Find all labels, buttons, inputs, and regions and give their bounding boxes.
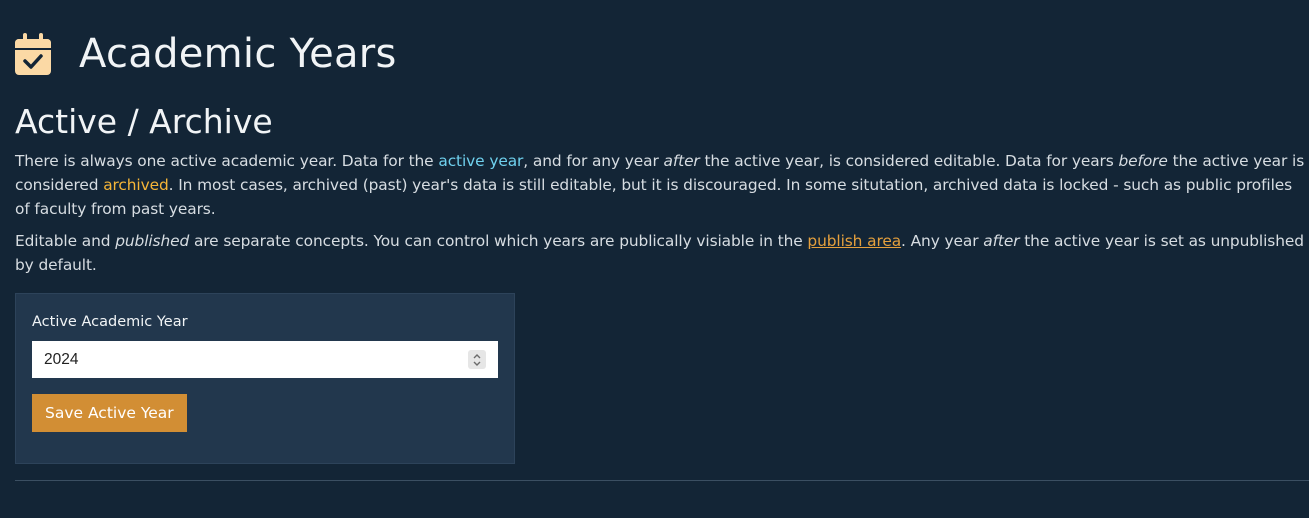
published-term: published <box>115 232 190 250</box>
page-header: Academic Years <box>15 30 397 78</box>
published-description: Editable and published are separate conc… <box>15 229 1305 277</box>
after-term-2: after <box>983 232 1020 250</box>
save-active-year-button[interactable]: Save Active Year <box>32 394 187 432</box>
para2-text-1: Editable and <box>15 232 116 250</box>
section-divider <box>15 480 1309 481</box>
calendar-check-icon <box>15 33 51 75</box>
para1-text-1: There is always one active academic year… <box>15 152 439 170</box>
archived-term: archived <box>103 176 169 194</box>
page-title: Academic Years <box>79 31 397 77</box>
active-year-input[interactable] <box>32 341 462 378</box>
page: Academic Years Active / Archive There is… <box>0 0 1309 518</box>
publish-area-link[interactable]: publish area <box>807 232 901 250</box>
para2-text-2: are separate concepts. You can control w… <box>189 232 808 250</box>
active-year-form-card: Active Academic Year Save Active Year <box>15 293 515 464</box>
active-year-label: Active Academic Year <box>32 314 188 330</box>
para2-text-3: . Any year <box>901 232 984 250</box>
chevron-up-down-icon <box>473 353 481 366</box>
para1-text-2: , and for any year <box>523 152 664 170</box>
active-year-description: There is always one active academic year… <box>15 149 1305 221</box>
section-title: Active / Archive <box>15 102 273 141</box>
para1-text-3: the active year, is considered editable.… <box>699 152 1119 170</box>
active-year-term: active year <box>438 152 524 170</box>
para1-text-5: . In most cases, archived (past) year's … <box>15 176 1293 218</box>
active-year-input-wrapper <box>32 341 498 378</box>
before-term: before <box>1118 152 1168 170</box>
year-stepper[interactable] <box>468 350 486 369</box>
after-term: after <box>663 152 700 170</box>
